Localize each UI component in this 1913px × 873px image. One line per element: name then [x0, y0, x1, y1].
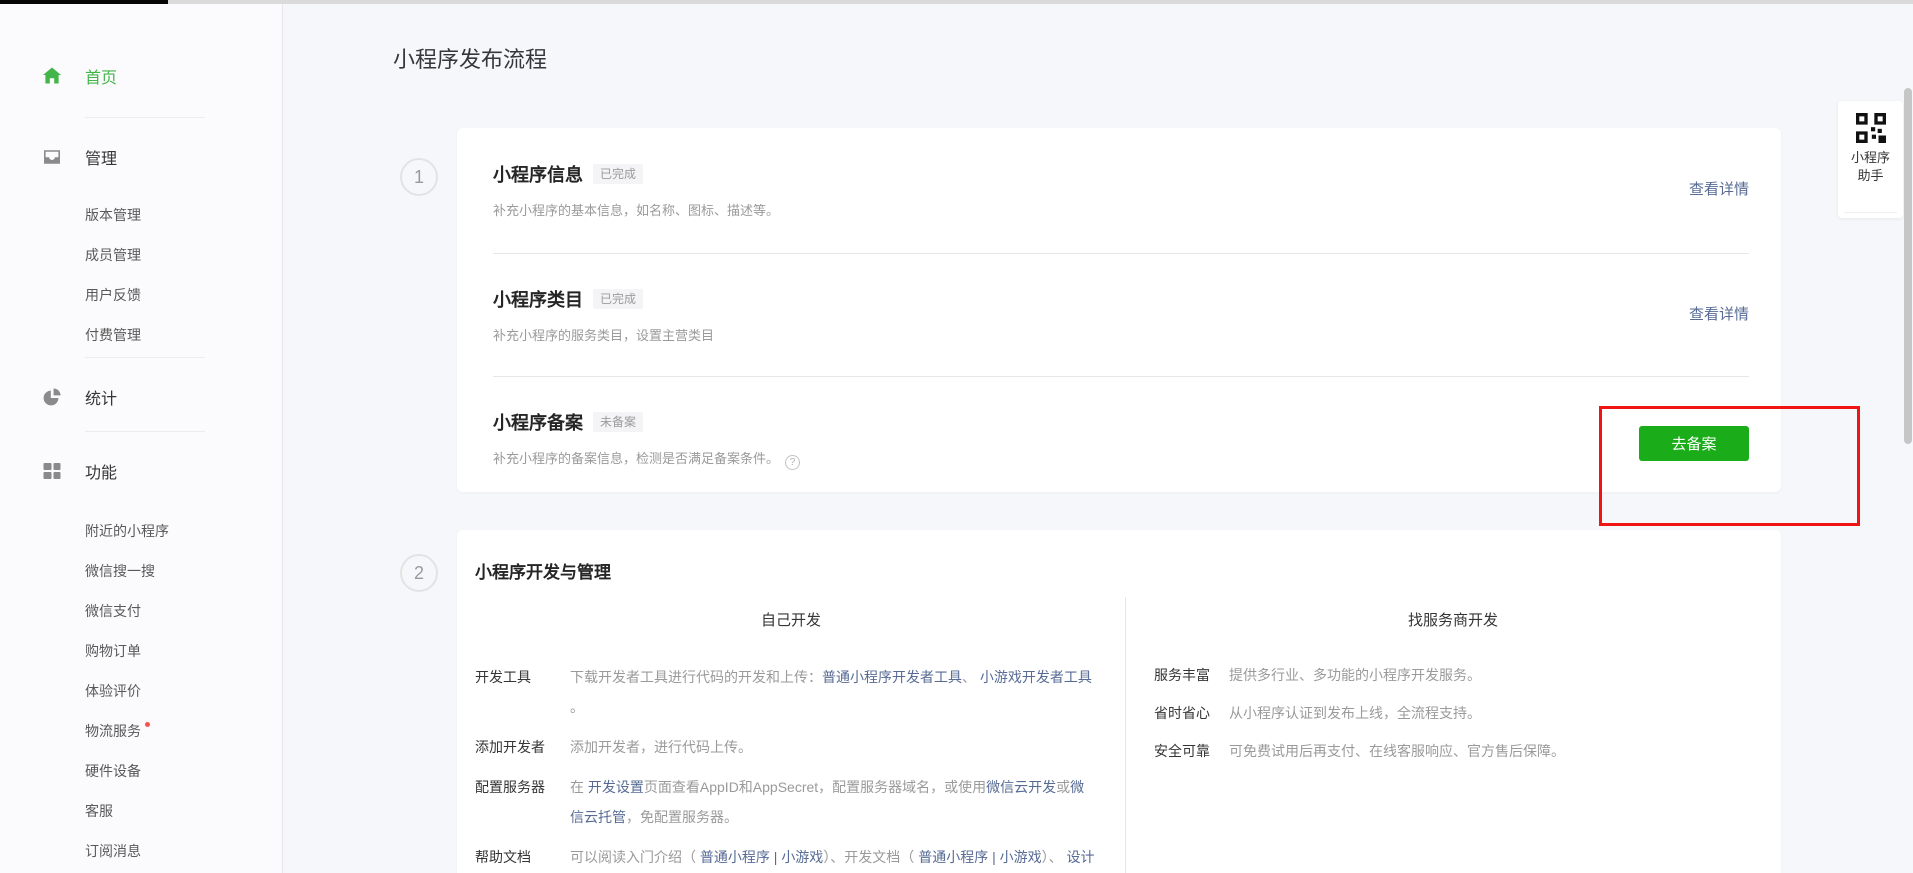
link-intro-minigame[interactable]: 小游戏: [781, 849, 823, 865]
status-badge: 未备案: [593, 412, 643, 432]
row-miniprogram-info: 小程序信息 已完成 补充小程序的基本信息，如名称、图标、描述等。 查看详情: [457, 128, 1781, 253]
develop-manage-card: 小程序开发与管理 自己开发 开发工具 下载开发者工具进行代码的开发和上传：普通小…: [457, 530, 1781, 873]
new-badge-dot: [145, 722, 150, 727]
row-rich-services: 服务丰富 提供多行业、多功能的小程序开发服务。: [1126, 660, 1780, 690]
row-label: 添加开发者: [475, 732, 570, 762]
row-help-docs: 帮助文档 可以阅读入门介绍（ 普通小程序 | 小游戏）、开发文档（ 普通小程序 …: [457, 842, 1125, 873]
sidebar-item-home[interactable]: 首页: [0, 64, 282, 88]
row-label: 服务丰富: [1154, 660, 1229, 690]
vendor-develop-column: 找服务商开发 服务丰富 提供多行业、多功能的小程序开发服务。 省时省心 从小程序…: [1125, 597, 1780, 873]
sidebar-item-features[interactable]: 功能: [0, 459, 282, 483]
link-separator: |: [770, 849, 781, 865]
grid-icon: [42, 461, 62, 481]
sidebar-item-hardware-device[interactable]: 硬件设备: [0, 751, 282, 791]
section-title: 小程序开发与管理: [475, 558, 1781, 583]
column-header: 自己开发: [457, 609, 1125, 630]
step-2-number: 2: [400, 554, 438, 592]
row-safe-reliable: 安全可靠 可免费试用后再支付、在线客服响应、官方售后保障。: [1126, 736, 1780, 766]
row-title: 小程序信息: [493, 161, 583, 187]
view-details-link[interactable]: 查看详情: [1689, 178, 1749, 199]
sidebar-item-shopping-orders[interactable]: 购物订单: [0, 631, 282, 671]
inbox-icon: [42, 147, 62, 167]
publish-steps-card: 小程序信息 已完成 补充小程序的基本信息，如名称、图标、描述等。 查看详情 小程…: [457, 128, 1781, 492]
sidebar-item-member-management[interactable]: 成员管理: [0, 235, 282, 275]
link-docs-minigame[interactable]: 小游戏: [1000, 849, 1042, 865]
view-details-link[interactable]: 查看详情: [1689, 303, 1749, 324]
sidebar-item-nearby-miniprogram[interactable]: 附近的小程序: [0, 511, 282, 551]
sidebar-item-statistics[interactable]: 统计: [0, 385, 282, 409]
row-title: 小程序备案: [493, 409, 583, 435]
row-miniprogram-category: 小程序类目 已完成 补充小程序的服务类目，设置主营类目 查看详情: [457, 253, 1781, 376]
sidebar-item-subscribe-message[interactable]: 订阅消息: [0, 831, 282, 871]
row-description: 补充小程序的备案信息，检测是否满足备案条件。: [493, 451, 779, 466]
row-dev-tools: 开发工具 下载开发者工具进行代码的开发和上传：普通小程序开发者工具、 小游戏开发…: [457, 662, 1125, 722]
row-description: 补充小程序的基本信息，如名称、图标、描述等。: [493, 200, 1749, 219]
sidebar-item-wechat-search[interactable]: 微信搜一搜: [0, 551, 282, 591]
row-miniprogram-beian: 小程序备案 未备案 补充小程序的备案信息，检测是否满足备案条件。? 去备案: [457, 376, 1781, 492]
sidebar-item-experience-review[interactable]: 体验评价: [0, 671, 282, 711]
status-badge: 已完成: [593, 289, 643, 309]
row-label: 开发工具: [475, 662, 570, 722]
sidebar-item-label: 首页: [85, 64, 117, 88]
row-label: 省时省心: [1154, 698, 1229, 728]
sidebar-item-label: 功能: [85, 459, 117, 483]
question-circle-icon[interactable]: ?: [785, 455, 800, 470]
row-label: 安全可靠: [1154, 736, 1229, 766]
link-miniprogram-devtools[interactable]: 普通小程序开发者工具: [822, 669, 962, 685]
sidebar-item-payment-management[interactable]: 付费管理: [0, 315, 282, 355]
miniprogram-assistant-panel[interactable]: 小程序 助手: [1838, 101, 1903, 218]
link-separator: |: [988, 849, 999, 865]
sidebar-sublist-manage: 版本管理 成员管理 用户反馈 付费管理: [0, 195, 282, 355]
column-header: 找服务商开发: [1126, 609, 1780, 630]
home-icon: [42, 66, 62, 86]
status-badge: 已完成: [593, 164, 643, 184]
sidebar-item-user-feedback[interactable]: 用户反馈: [0, 275, 282, 315]
row-add-developer: 添加开发者 添加开发者，进行代码上传。: [457, 732, 1125, 762]
sidebar-sublist-features: 附近的小程序 微信搜一搜 微信支付 购物订单 体验评价 物流服务 硬件设备 客服…: [0, 511, 282, 871]
link-dev-settings[interactable]: 开发设置: [588, 779, 644, 795]
pie-chart-icon: [42, 387, 62, 407]
sidebar-divider: [85, 117, 205, 118]
sidebar-divider: [85, 431, 205, 432]
assistant-label-line2: 助手: [1857, 167, 1883, 185]
qr-code-icon: [1856, 113, 1886, 143]
link-cloud-dev[interactable]: 微信云开发: [986, 779, 1056, 795]
sidebar-item-version-management[interactable]: 版本管理: [0, 195, 282, 235]
row-divider: [493, 253, 1749, 254]
sidebar-item-logistics-service[interactable]: 物流服务: [0, 711, 282, 751]
vertical-scrollbar-thumb[interactable]: [1904, 88, 1912, 444]
row-divider: [493, 376, 1749, 377]
link-minigame-devtools[interactable]: 小游戏开发者工具: [980, 669, 1092, 685]
top-loading-bar: [0, 0, 1913, 4]
sidebar: 首页 管理 版本管理 成员管理 用户反馈 付费管理 统计: [0, 4, 283, 873]
link-docs-miniprogram[interactable]: 普通小程序: [918, 849, 988, 865]
step-1-number: 1: [400, 158, 438, 196]
row-label: 配置服务器: [475, 772, 570, 832]
sidebar-item-label: 统计: [85, 385, 117, 409]
row-title: 小程序类目: [493, 286, 583, 312]
sidebar-item-customer-service[interactable]: 客服: [0, 791, 282, 831]
row-save-time: 省时省心 从小程序认证到发布上线，全流程支持。: [1126, 698, 1780, 728]
page-title: 小程序发布流程: [393, 42, 547, 74]
go-beian-button[interactable]: 去备案: [1639, 426, 1749, 461]
assistant-label-line1: 小程序: [1851, 149, 1890, 167]
row-configure-server: 配置服务器 在 开发设置页面查看AppID和AppSecret，配置服务器域名，…: [457, 772, 1125, 832]
row-description: 补充小程序的服务类目，设置主营类目: [493, 325, 1749, 344]
assistant-panel-divider: [1844, 212, 1897, 213]
sidebar-item-label: 管理: [85, 145, 117, 169]
row-label: 帮助文档: [475, 842, 570, 873]
self-develop-column: 自己开发 开发工具 下载开发者工具进行代码的开发和上传：普通小程序开发者工具、 …: [457, 597, 1125, 873]
link-intro-miniprogram[interactable]: 普通小程序: [700, 849, 770, 865]
sidebar-divider: [85, 357, 205, 358]
sidebar-item-wechat-pay[interactable]: 微信支付: [0, 591, 282, 631]
sidebar-item-manage[interactable]: 管理: [0, 145, 282, 169]
